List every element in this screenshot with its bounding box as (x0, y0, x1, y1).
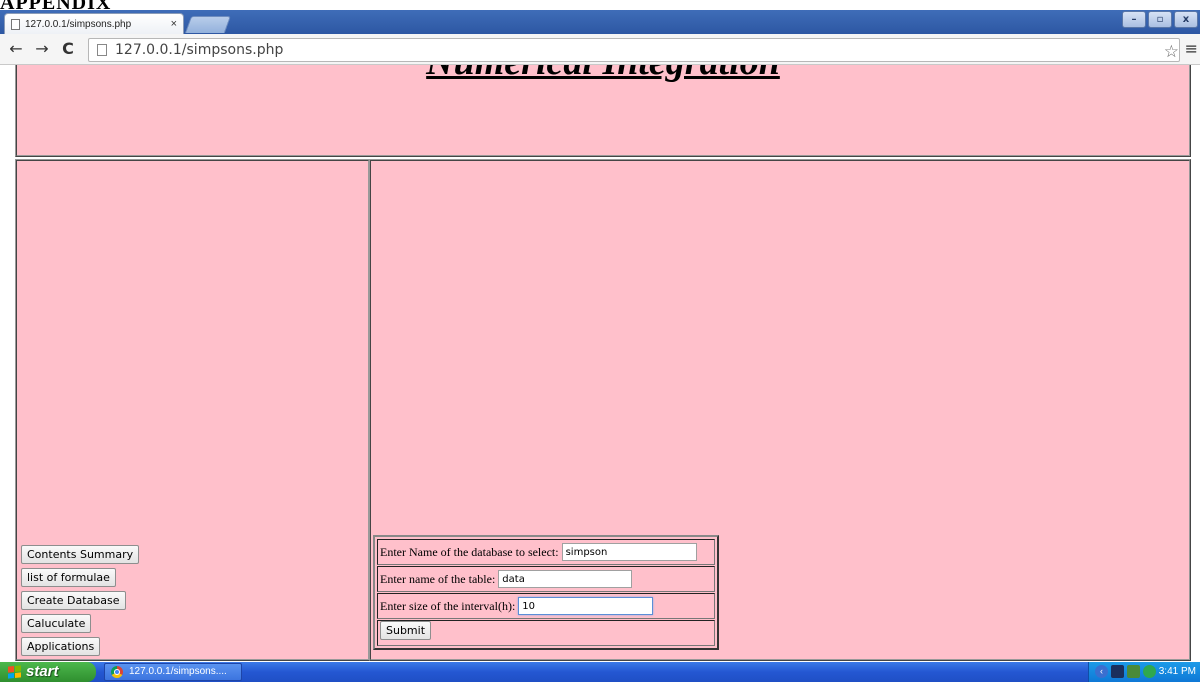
browser-toolbar: ← → C 127.0.0.1/simpsons.php ☆ ≡ (0, 34, 1200, 65)
taskbar-item-chrome[interactable]: 127.0.0.1/simpsons.... (104, 663, 242, 681)
applications-button[interactable]: Applications (21, 637, 101, 656)
tray-network-icon[interactable] (1127, 665, 1140, 678)
interval-size-label: Enter size of the interval(h): (380, 598, 516, 613)
interval-size-input[interactable] (518, 597, 654, 615)
input-form-table: Enter Name of the database to select: En… (373, 535, 719, 650)
bookmark-star-icon[interactable]: ☆ (1164, 41, 1179, 63)
tab-title: 127.0.0.1/simpsons.php (25, 18, 132, 30)
page-icon (97, 44, 107, 56)
clock: 3:41 PM (1158, 666, 1196, 677)
list-of-formulae-button[interactable]: list of formulae (21, 568, 116, 587)
tray-expand-icon[interactable]: ‹ (1095, 665, 1108, 678)
create-database-button[interactable]: Create Database (21, 591, 126, 610)
start-button[interactable]: start (0, 662, 96, 682)
taskbar: start 127.0.0.1/simpsons.... ‹ 3:41 PM (0, 662, 1200, 682)
start-label: start (26, 663, 59, 680)
table-name-input[interactable] (498, 570, 633, 588)
taskbar-item-label: 127.0.0.1/simpsons.... (129, 666, 227, 677)
tab-strip: 127.0.0.1/simpsons.php × – ▫ x (0, 10, 1200, 34)
form-row: Enter Name of the database to select: (377, 539, 715, 565)
page-title: Numerical Integration (17, 65, 1189, 84)
tab-close-icon[interactable]: × (171, 18, 177, 30)
tray-torrent-icon[interactable] (1143, 665, 1156, 678)
new-tab-button[interactable] (184, 16, 232, 33)
form-row: Enter name of the table: (377, 566, 715, 592)
menu-icon[interactable]: ≡ (1185, 39, 1198, 58)
system-tray: ‹ 3:41 PM (1088, 662, 1200, 682)
database-name-input[interactable] (561, 543, 697, 561)
windows-flag-icon (8, 665, 21, 679)
contents-summary-button[interactable]: Contents Summary (21, 545, 140, 564)
tray-icons: ‹ (1095, 665, 1156, 678)
back-arrow-icon[interactable]: ← (6, 39, 26, 59)
header-frame: Numerical Integration (15, 65, 1191, 157)
minimize-button[interactable]: – (1122, 11, 1146, 28)
database-name-label: Enter Name of the database to select: (380, 544, 559, 559)
chrome-icon (111, 666, 123, 678)
calculate-button[interactable]: Caluculate (21, 614, 92, 633)
page-icon (11, 18, 20, 30)
tray-app-icon[interactable] (1111, 665, 1124, 678)
form-row: Enter size of the interval(h): (377, 593, 715, 619)
forward-arrow-icon[interactable]: → (32, 39, 52, 59)
restore-button[interactable]: ▫ (1148, 11, 1172, 28)
address-bar[interactable]: 127.0.0.1/simpsons.php ☆ (88, 38, 1180, 62)
url-text: 127.0.0.1/simpsons.php (115, 42, 284, 58)
form-row: Submit (377, 620, 715, 646)
close-window-button[interactable]: x (1174, 11, 1198, 28)
nav-button-group: Contents Summary list of formulae Create… (21, 545, 140, 656)
window-controls: – ▫ x (1122, 11, 1198, 28)
browser-tab[interactable]: 127.0.0.1/simpsons.php × (4, 13, 184, 34)
left-frame: Contents Summary list of formulae Create… (15, 159, 370, 661)
submit-button[interactable]: Submit (380, 621, 432, 640)
page-viewport: Numerical Integration Contents Summary l… (0, 65, 1200, 661)
reload-icon[interactable]: C (58, 39, 78, 59)
right-frame: Enter Name of the database to select: En… (369, 159, 1191, 661)
table-name-label: Enter name of the table: (380, 571, 496, 586)
